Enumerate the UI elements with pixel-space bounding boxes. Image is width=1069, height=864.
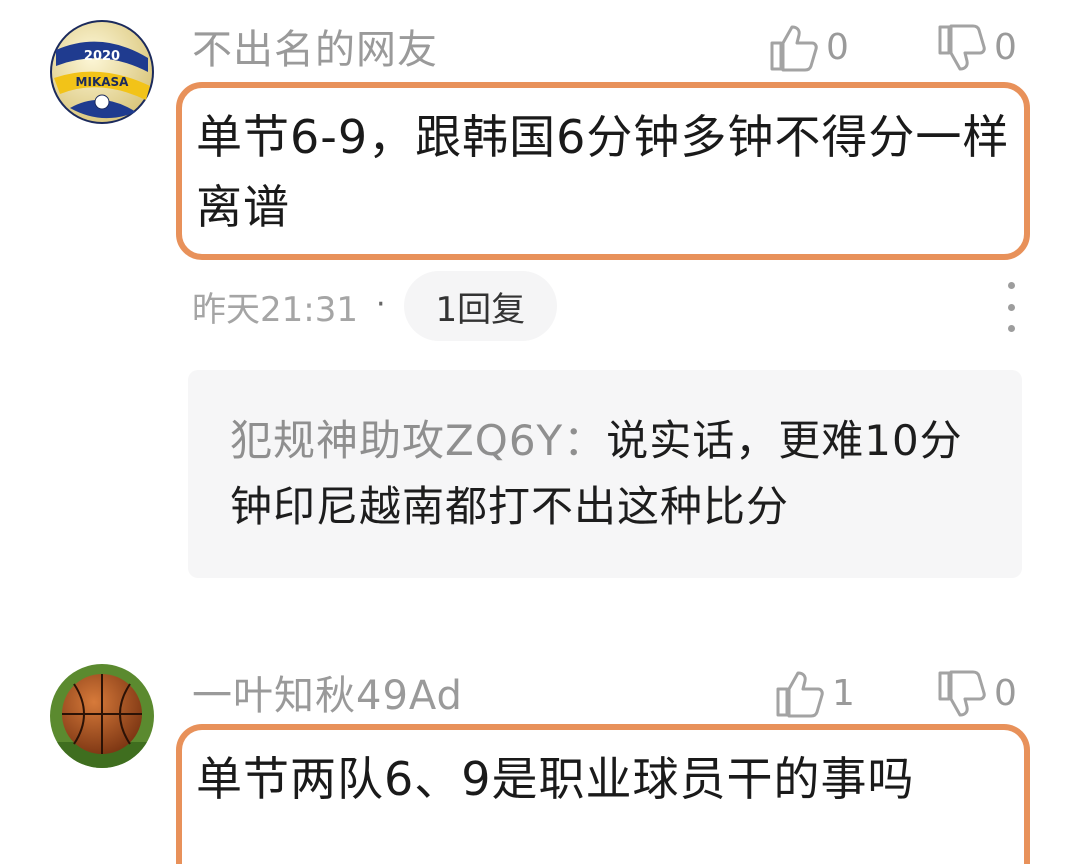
basketball-avatar-image <box>50 664 154 768</box>
avatar-brand-text: MIKASA <box>76 75 130 89</box>
username[interactable]: 不出名的网友 <box>192 26 438 74</box>
comment-item: 2020 MIKASA 不出名的网友 0 0 单节6-9，跟韩国6分钟多钟不得分… <box>0 0 1069 600</box>
like-button[interactable]: 0 <box>768 22 849 74</box>
thumbs-up-icon <box>776 671 824 718</box>
comment-text[interactable]: 单节6-9，跟韩国6分钟多钟不得分一样离谱 <box>176 82 1030 260</box>
dislike-button[interactable]: 0 <box>936 22 1017 74</box>
like-count: 1 <box>832 673 855 714</box>
dislike-button[interactable]: 0 <box>936 668 1017 720</box>
thumbs-down-icon <box>938 670 986 717</box>
reply-preview[interactable]: 犯规神助攻ZQ6Y：说实话，更难10分钟印尼越南都打不出这种比分 <box>188 370 1022 578</box>
comment-text[interactable]: 单节两队6、9是职业球员干的事吗 <box>176 724 1030 864</box>
reply-author[interactable]: 犯规神助攻ZQ6Y： <box>230 416 606 465</box>
more-vertical-icon[interactable] <box>996 282 1026 332</box>
more-dot <box>1007 325 1015 332</box>
meta-separator: · <box>375 286 386 322</box>
more-dot <box>1007 282 1015 289</box>
reply-count-button[interactable]: 1回复 <box>403 271 558 341</box>
username[interactable]: 一叶知秋49Ad <box>192 672 463 720</box>
avatar[interactable]: 2020 MIKASA <box>50 20 154 124</box>
avatar-year-text: 2020 <box>84 49 120 64</box>
like-button[interactable]: 1 <box>774 668 855 720</box>
thumbs-down-icon <box>938 24 986 71</box>
comment-item: 一叶知秋49Ad 1 0 单节两队6、9是职业球员干的事吗 <box>0 600 1069 864</box>
avatar[interactable] <box>50 664 154 768</box>
dislike-count: 0 <box>994 27 1017 68</box>
thumbs-up-icon <box>770 25 818 72</box>
volleyball-avatar-image: 2020 MIKASA <box>50 20 154 124</box>
like-count: 0 <box>826 27 849 68</box>
comment-time: 昨天21:31 <box>192 289 358 330</box>
comment-meta: 昨天21:31 · 1回复 <box>192 270 558 342</box>
dislike-count: 0 <box>994 673 1017 714</box>
more-dot <box>1007 303 1015 311</box>
